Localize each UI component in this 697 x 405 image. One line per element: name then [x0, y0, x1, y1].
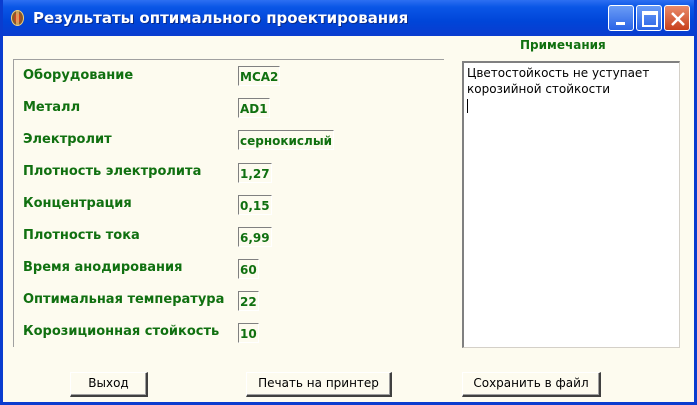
param-label-electrolyte: Электролит	[23, 132, 112, 147]
param-value-metal: AD1	[238, 98, 270, 118]
param-value-concentration: 0,15	[238, 195, 272, 215]
minimize-button[interactable]	[608, 5, 634, 31]
print-button[interactable]: Печать на принтер	[246, 372, 392, 397]
window-title: Результаты оптимального проектирования	[33, 9, 409, 27]
param-label-equipment: Оборудование	[23, 68, 134, 83]
text-caret	[467, 98, 468, 113]
results-window: Результаты оптимального проектирования П…	[0, 0, 697, 405]
param-value-current-density: 6,99	[238, 227, 272, 247]
param-label-corrosion-resistance: Корозиционная стойкость	[23, 324, 220, 339]
title-bar[interactable]: Результаты оптимального проектирования	[3, 0, 694, 36]
save-to-file-button[interactable]: Сохранить в файл	[462, 372, 601, 397]
param-label-concentration: Концентрация	[23, 196, 132, 211]
param-label-optimal-temperature: Оптимальная температура	[23, 292, 225, 307]
maximize-button[interactable]	[636, 5, 662, 31]
exit-button[interactable]: Выход	[70, 372, 148, 397]
param-value-electrolyte: сернокислый	[238, 130, 335, 150]
app-icon	[11, 10, 24, 26]
notes-text: Цветостойкость не уступает корозийной ст…	[467, 66, 650, 96]
param-value-corrosion-resistance: 10	[238, 323, 259, 343]
param-label-electrolyte-density: Плотность электролита	[23, 164, 202, 179]
param-label-metal: Металл	[23, 100, 81, 115]
param-value-electrolyte-density: 1,27	[238, 163, 272, 183]
close-button[interactable]	[664, 5, 690, 31]
param-value-optimal-temperature: 22	[238, 291, 259, 311]
param-label-anodizing-time: Время анодирования	[23, 260, 183, 275]
param-value-anodizing-time: 60	[238, 259, 259, 279]
param-value-equipment: МСА2	[238, 66, 281, 86]
notes-title: Примечания	[520, 38, 606, 52]
notes-textarea[interactable]: Цветостойкость не уступает корозийной ст…	[462, 61, 680, 348]
maximize-icon	[642, 11, 658, 27]
close-icon	[671, 12, 685, 26]
param-label-current-density: Плотность тока	[23, 228, 140, 243]
minimize-icon	[616, 22, 625, 25]
